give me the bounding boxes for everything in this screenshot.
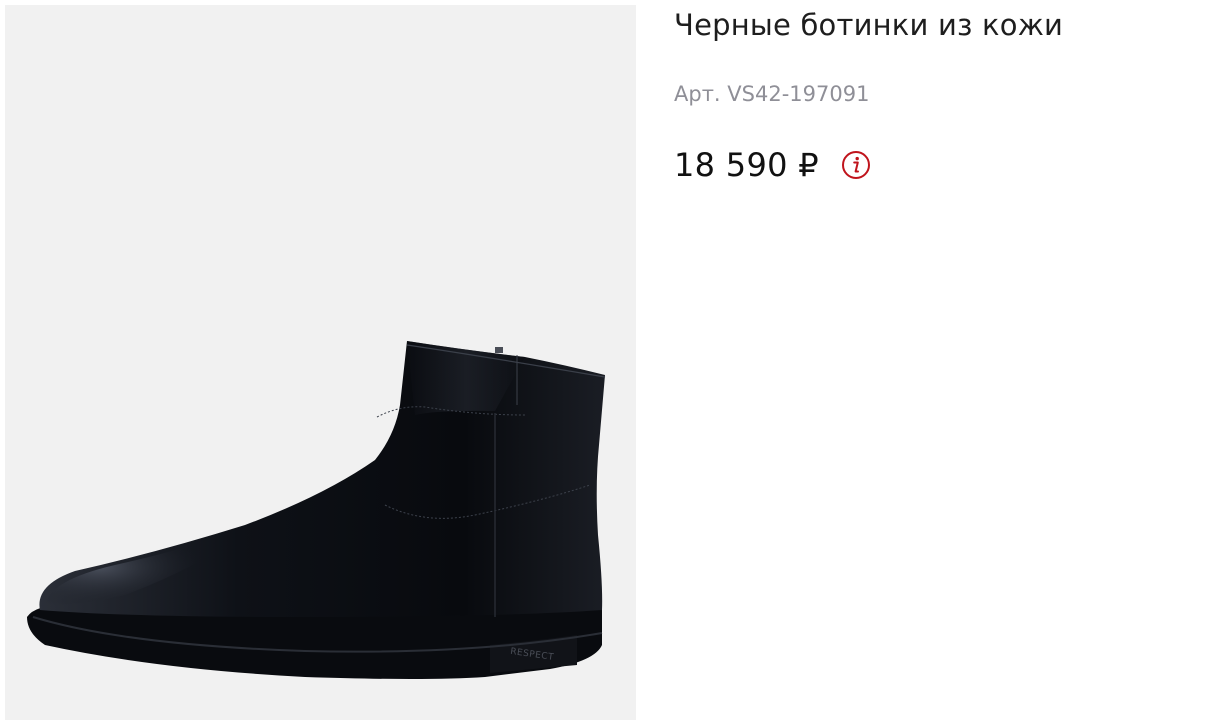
info-circle-icon[interactable]: [841, 150, 871, 180]
product-image[interactable]: RESPECT: [5, 5, 636, 720]
product-title: Черные ботинки из кожи: [674, 8, 1064, 42]
product-page: RESPECT Черные ботинки из кожи Арт. VS42…: [0, 0, 1209, 720]
boot-illustration: RESPECT: [27, 341, 606, 679]
product-sku: Арт. VS42-197091: [674, 82, 870, 106]
price-row: 18 590 ₽: [674, 146, 871, 184]
product-price: 18 590 ₽: [674, 146, 819, 184]
